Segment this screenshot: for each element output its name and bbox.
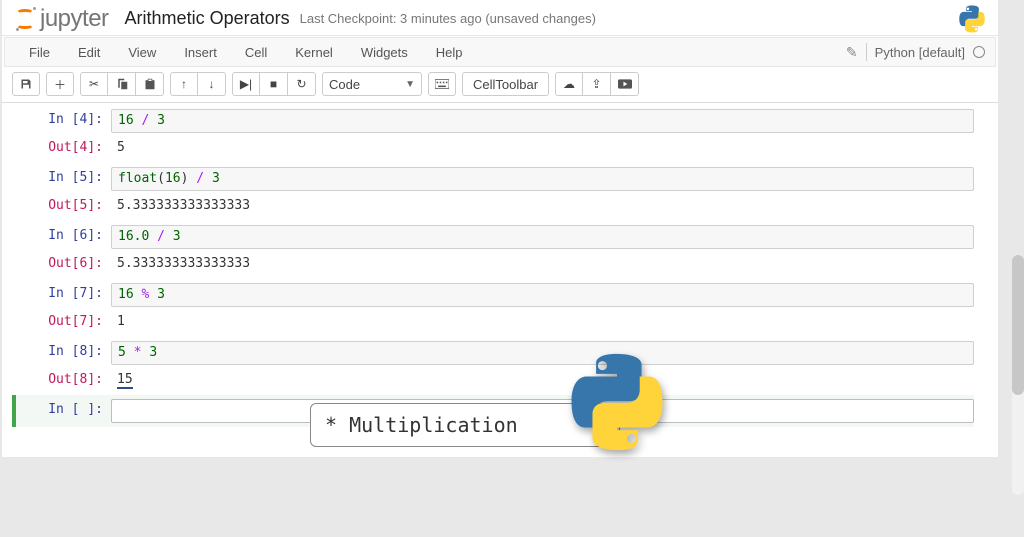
code-input[interactable]: float(16) / 3 [111, 167, 974, 191]
notebook-area[interactable]: In [4]:16 / 3Out[4]:5In [5]:float(16) / … [2, 103, 998, 457]
code-cell[interactable]: In [5]:float(16) / 3Out[5]:5.33333333333… [26, 163, 974, 221]
step-forward-icon: ▶| [240, 77, 252, 91]
jupyter-app: jupyter Arithmetic Operators Last Checkp… [2, 0, 998, 457]
add-cell-button[interactable]: ＋ [46, 72, 74, 96]
output-prompt: Out[8]: [26, 369, 111, 391]
save-icon [20, 78, 32, 90]
menu-edit[interactable]: Edit [64, 41, 114, 64]
run-button[interactable]: ▶| [232, 72, 260, 96]
code-input[interactable]: 16 / 3 [111, 109, 974, 133]
input-prompt: In [6]: [26, 225, 111, 247]
jupyter-mark-icon [14, 7, 36, 31]
cut-button[interactable]: ✂ [80, 72, 108, 96]
input-prompt: In [5]: [26, 167, 111, 189]
notebook-title[interactable]: Arithmetic Operators [125, 8, 290, 29]
upload-button[interactable]: ⇪ [583, 72, 611, 96]
menu-insert[interactable]: Insert [170, 41, 231, 64]
save-button[interactable] [12, 72, 40, 96]
python-logo-icon [958, 5, 986, 33]
paste-button[interactable] [136, 72, 164, 96]
celltoolbar-button[interactable]: CellToolbar [462, 72, 549, 96]
menu-file[interactable]: File [15, 41, 64, 64]
input-prompt: In [7]: [26, 283, 111, 305]
stop-icon: ■ [270, 77, 277, 91]
output-prompt: Out[4]: [26, 137, 111, 159]
overlay-text: * Multiplication [325, 413, 518, 437]
paste-icon [144, 78, 156, 90]
copy-button[interactable] [108, 72, 136, 96]
code-cell[interactable]: In [8]:5 * 3Out[8]:15 [26, 337, 974, 395]
video-button[interactable] [611, 72, 639, 96]
output-prompt: Out[5]: [26, 195, 111, 217]
code-cell[interactable]: In [6]:16.0 / 3Out[6]:5.333333333333333 [26, 221, 974, 279]
scissors-icon: ✂ [89, 77, 99, 91]
restart-button[interactable]: ↻ [288, 72, 316, 96]
output-text: 1 [111, 311, 974, 333]
menu-kernel[interactable]: Kernel [281, 41, 347, 64]
cell-type-value: Code [329, 77, 360, 92]
cell-type-select[interactable]: Code ▼ [322, 72, 422, 96]
kernel-name[interactable]: Python [default] [875, 45, 965, 60]
toolbar: ＋ ✂ ↑ ↓ ▶| ■ ↻ Code ▼ [2, 68, 998, 103]
code-cell[interactable]: In [7]:16 % 3Out[7]:1 [26, 279, 974, 337]
cloud-button[interactable]: ☁ [555, 72, 583, 96]
keyboard-icon [435, 79, 449, 89]
output-text: 5 [111, 137, 974, 159]
cells-container: In [4]:16 / 3Out[4]:5In [5]:float(16) / … [26, 105, 974, 395]
code-input[interactable]: 5 * 3 [111, 341, 974, 365]
scrollbar-thumb[interactable] [1012, 255, 1024, 395]
restart-icon: ↻ [296, 77, 306, 91]
menu-widgets[interactable]: Widgets [347, 41, 422, 64]
input-prompt: In [ ]: [26, 399, 111, 421]
jupyter-logo[interactable]: jupyter [14, 5, 109, 33]
header-bar: jupyter Arithmetic Operators Last Checkp… [2, 0, 998, 36]
cloud-icon: ☁ [563, 77, 575, 91]
menubar-divider [866, 43, 867, 61]
upload-icon: ⇪ [592, 77, 602, 91]
jupyter-wordmark: jupyter [40, 5, 109, 33]
code-input[interactable]: 16.0 / 3 [111, 225, 974, 249]
output-text: 15 [111, 369, 974, 391]
menu-view[interactable]: View [114, 41, 170, 64]
menu-help[interactable]: Help [422, 41, 477, 64]
chevron-down-icon: ▼ [405, 79, 415, 90]
output-prompt: Out[7]: [26, 311, 111, 333]
input-prompt: In [8]: [26, 341, 111, 363]
celltoolbar-label: CellToolbar [473, 77, 538, 92]
output-text: 5.333333333333333 [111, 253, 974, 275]
arrow-down-icon: ↓ [209, 77, 215, 91]
code-cell[interactable]: In [4]:16 / 3Out[4]:5 [26, 105, 974, 163]
scrollbar[interactable] [1012, 255, 1024, 495]
code-input[interactable]: 16 % 3 [111, 283, 974, 307]
command-palette-button[interactable] [428, 72, 456, 96]
move-up-button[interactable]: ↑ [170, 72, 198, 96]
output-text: 5.333333333333333 [111, 195, 974, 217]
python-overlay-icon [567, 352, 667, 455]
menu-cell[interactable]: Cell [231, 41, 281, 64]
stop-button[interactable]: ■ [260, 72, 288, 96]
copy-icon [116, 78, 128, 90]
move-down-button[interactable]: ↓ [198, 72, 226, 96]
video-icon [618, 79, 632, 89]
output-prompt: Out[6]: [26, 253, 111, 275]
menubar: File Edit View Insert Cell Kernel Widget… [4, 37, 996, 67]
arrow-up-icon: ↑ [181, 77, 187, 91]
pencil-icon[interactable]: ✎ [846, 44, 858, 61]
input-prompt: In [4]: [26, 109, 111, 131]
kernel-status-icon [973, 46, 985, 58]
checkpoint-status: Last Checkpoint: 3 minutes ago (unsaved … [300, 11, 596, 26]
plus-icon: ＋ [54, 76, 66, 93]
